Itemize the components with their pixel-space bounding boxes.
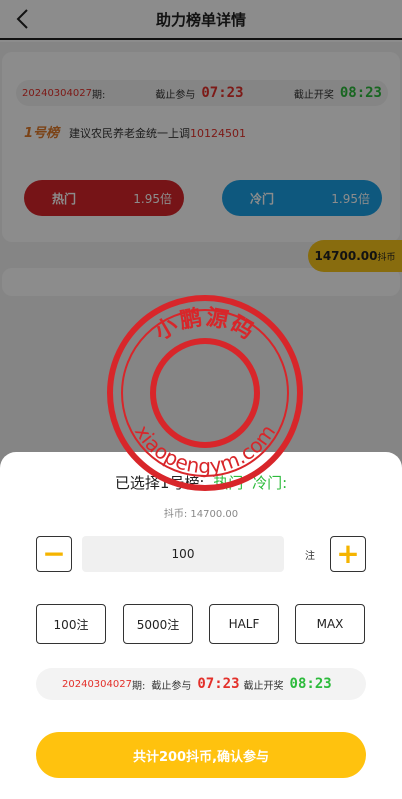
decrease-button[interactable]: − xyxy=(36,536,72,572)
quick-half-button[interactable]: HALF xyxy=(209,604,279,644)
sheet-deadline-time: 07:23 xyxy=(197,676,240,692)
amount-unit: 注 xyxy=(305,551,315,562)
quick-5000-button[interactable]: 5000注 xyxy=(123,604,193,644)
coin-balance: 抖币: 14700.00 xyxy=(163,509,239,520)
sheet-period-suffix: 期: xyxy=(132,680,146,692)
confirm-button[interactable]: 共计200抖币,确认参与 xyxy=(36,732,366,778)
sheet-deadline-label: 截止参与 xyxy=(151,680,192,692)
plus-icon: + xyxy=(336,537,360,570)
sheet-draw-time: 08:23 xyxy=(289,676,332,692)
amount-input[interactable]: 100 xyxy=(82,536,284,572)
bet-sheet: 已选择1号榜: 热门 冷门: 抖币: 14700.00 − 100 注 + 10… xyxy=(0,452,402,799)
quick-max-button[interactable]: MAX xyxy=(295,604,365,644)
minus-icon: − xyxy=(42,537,66,570)
increase-button[interactable]: + xyxy=(330,536,366,572)
sheet-draw-label: 截止开奖 xyxy=(243,680,284,692)
quick-100-button[interactable]: 100注 xyxy=(36,604,106,644)
watermark-stamp: 小鹏源码 xiaopengym.com xyxy=(107,295,303,491)
sheet-period-row: 20240304027 期: 截止参与 07:23 截止开奖 08:23 xyxy=(36,668,366,700)
sheet-period-id: 20240304027 xyxy=(62,678,132,690)
